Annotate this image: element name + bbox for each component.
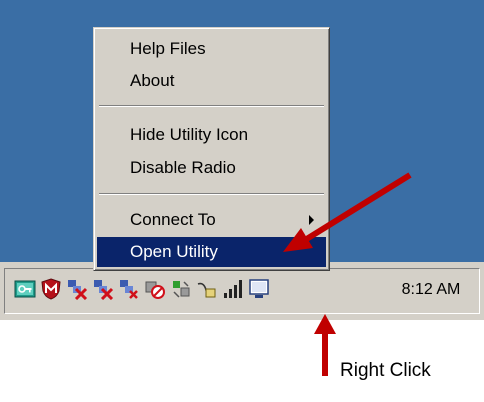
mcafee-shield-icon[interactable] bbox=[40, 278, 62, 300]
clock[interactable]: 8:12 AM bbox=[389, 280, 473, 300]
menu-item-help-files[interactable]: Help Files bbox=[97, 34, 326, 64]
usb-hardware-icon[interactable] bbox=[196, 278, 218, 300]
wireless-signal-icon[interactable] bbox=[222, 278, 244, 300]
menu-item-about[interactable]: About bbox=[97, 66, 326, 96]
annotation-arrow-up bbox=[314, 314, 336, 376]
blocked-icon[interactable] bbox=[144, 278, 166, 300]
system-tray: 8:12 AM bbox=[4, 268, 480, 314]
annotation-arrow-diagonal bbox=[283, 172, 412, 252]
key-icon[interactable] bbox=[14, 278, 36, 300]
menu-separator bbox=[99, 105, 324, 107]
network-disconnected-icon-2[interactable] bbox=[92, 278, 114, 300]
menu-item-hide-utility-icon[interactable]: Hide Utility Icon bbox=[97, 120, 326, 150]
annotation-label: Right Click bbox=[340, 360, 431, 381]
network-disconnected-icon[interactable] bbox=[66, 278, 88, 300]
monitor-icon[interactable] bbox=[248, 278, 270, 300]
network-activity-icon[interactable] bbox=[170, 278, 192, 300]
menu-item-connect-to-label: Connect To bbox=[130, 210, 216, 229]
network-disconnected-icon-3[interactable] bbox=[118, 278, 140, 300]
